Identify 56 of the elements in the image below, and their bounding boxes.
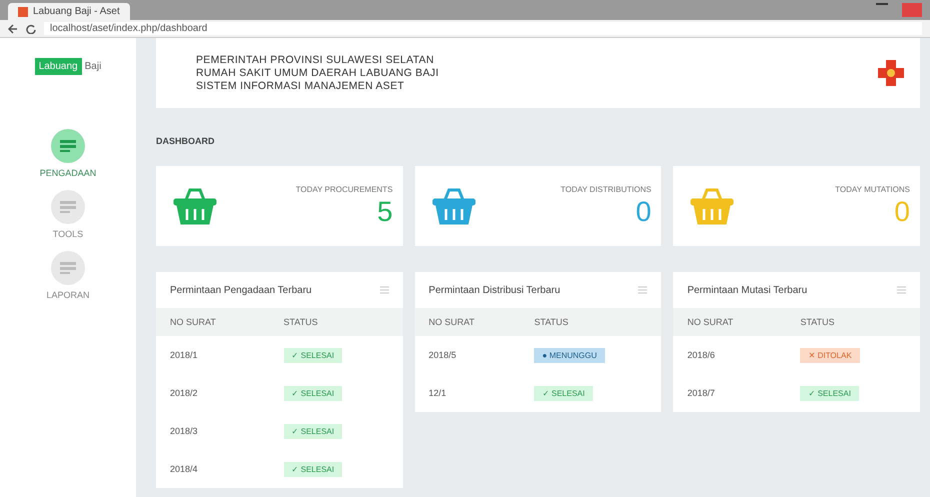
menu-icon <box>50 190 85 224</box>
panel-title: Permintaan Distribusi Terbaru <box>428 284 560 296</box>
status-badge: ✓ SELESAI <box>534 386 593 401</box>
table-cell-text: 12/1 <box>428 387 448 400</box>
status-badge: ● MENUNGGU <box>534 348 605 363</box>
logo-text: Baji <box>84 61 102 72</box>
logo-badge: Labuang <box>34 58 82 75</box>
stat-value: 5 <box>377 196 393 228</box>
status-badge: ✓ SELESAI <box>284 462 342 477</box>
status-badge: ✓ SELESAI <box>284 348 342 363</box>
address-field[interactable]: localhost/aset/index.php/dashboard <box>44 22 922 35</box>
column-header: NO SURAT <box>414 308 520 336</box>
browser-tab[interactable]: Labuang Baji - Aset <box>8 3 130 20</box>
menu-icon[interactable] <box>897 286 906 294</box>
menu-icon[interactable] <box>380 286 389 294</box>
page-title: DASHBOARD <box>156 136 216 146</box>
column-header: STATUS <box>520 308 662 336</box>
status-badge: ✓ SELESAI <box>284 386 342 401</box>
table-cell-text: 2018/3 <box>169 425 199 438</box>
status-badge: ✕ DITOLAK <box>800 348 860 363</box>
table-cell-text: 2018/4 <box>169 463 199 476</box>
table-cell: 2018/6 <box>673 336 786 374</box>
table-cell-text: 2018/2 <box>169 387 199 400</box>
panel-title: Permintaan Pengadaan Terbaru <box>170 284 312 296</box>
menu-icon <box>50 251 85 285</box>
basket-icon <box>689 186 736 226</box>
stat-value: 0 <box>636 196 652 228</box>
header-line: RUMAH SAKIT UMUM DAERAH LABUANG BAJI <box>196 66 440 80</box>
sidebar-item[interactable]: PENGADAAN <box>40 129 96 178</box>
status-badge: ✓ SELESAI <box>284 424 342 439</box>
medical-cross-icon <box>876 58 906 88</box>
stat-value: 0 <box>894 196 910 228</box>
stat-label: TODAY PROCUREMENTS <box>296 184 393 194</box>
header-line: SISTEM INFORMASI MANAJEMEN ASET <box>196 80 406 92</box>
reload-icon[interactable] <box>26 24 36 34</box>
menu-icon <box>50 129 85 163</box>
stat-label: TODAY MUTATIONS <box>835 184 910 194</box>
status-badge: ✓ SELESAI <box>800 386 859 401</box>
column-header: STATUS <box>786 308 920 336</box>
table-cell: 2018/1 <box>156 336 270 374</box>
back-icon[interactable] <box>8 24 18 34</box>
basket-icon <box>430 186 477 226</box>
menu-icon[interactable] <box>638 286 648 294</box>
sidebar-item[interactable]: LAPORAN <box>46 251 90 300</box>
table-cell: 2018/5 <box>414 336 520 374</box>
column-header: NO SURAT <box>156 308 270 336</box>
sidebar-item[interactable]: TOOLS <box>50 190 85 239</box>
panel-title: Permintaan Mutasi Terbaru <box>687 284 808 296</box>
stat-label: TODAY DISTRIBUTIONS <box>560 184 652 194</box>
column-header: NO SURAT <box>673 308 786 336</box>
basket-icon <box>172 186 218 226</box>
minimize-icon[interactable] <box>876 3 888 5</box>
column-header: STATUS <box>270 308 403 336</box>
header-line: PEMERINTAH PROVINSI SULAWESI SELATAN <box>196 54 435 66</box>
favicon-icon <box>18 6 28 16</box>
table-cell-text: 2018/7 <box>686 387 716 400</box>
